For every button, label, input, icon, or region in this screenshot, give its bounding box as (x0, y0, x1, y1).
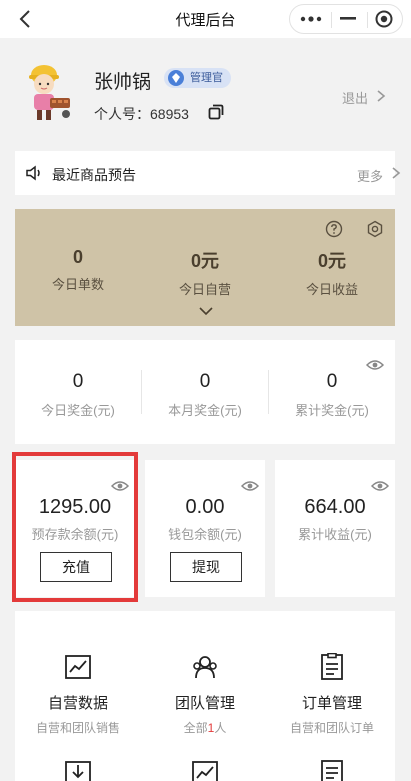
order-list-icon (321, 653, 343, 680)
menu-item-title: 团队管理 (174, 695, 235, 712)
user-id: 个人号：68953 (94, 104, 189, 124)
stat-label: 今日单数 (51, 277, 104, 292)
more-button[interactable] (292, 5, 330, 33)
bonus-card: 0 今日奖金(元) 0 本月奖金(元) 0 累计奖金(元) (15, 340, 395, 444)
eye-icon[interactable] (241, 479, 259, 493)
user-id-value: 68953 (150, 106, 189, 122)
role-label: 管理官 (190, 72, 223, 84)
eye-icon[interactable] (371, 479, 389, 493)
bonus-label: 本月奖金(元) (168, 403, 242, 418)
wallet-balance-value: 0.00 (185, 496, 225, 518)
chevron-right-icon (377, 90, 386, 102)
withdraw-button[interactable]: 提现 (170, 552, 242, 582)
menu-item-subtitle: 全部1人 (142, 719, 268, 736)
bonus-value: 0 (72, 371, 84, 392)
profile-section: 张帅锅 管理官 个人号：68953 退出 (0, 38, 411, 138)
total-income-value: 664.00 (304, 496, 366, 518)
stat-value: 0 (72, 247, 83, 267)
team-count-suffix: 人 (214, 721, 227, 735)
settings-icon[interactable] (366, 220, 384, 238)
stat-today-self-sales: 0元 今日自营 (142, 247, 268, 298)
bonus-value: 0 (326, 371, 338, 392)
team-icon (193, 656, 217, 679)
trend-chart-icon[interactable] (191, 759, 219, 781)
today-stats-card: 0 今日单数 0元 今日自营 0元 今日收益 (15, 209, 395, 326)
stat-today-income: 0元 今日收益 (269, 247, 395, 298)
chevron-right-icon (392, 167, 401, 179)
highlight-box (12, 452, 138, 602)
minimize-icon (340, 17, 356, 20)
menu-item-subtitle: 自营和团队销售 (35, 721, 120, 735)
avatar[interactable] (20, 62, 76, 126)
bonus-month: 0 本月奖金(元) (142, 371, 268, 419)
more-dots-icon (300, 16, 322, 22)
bonus-label: 今日奖金(元) (41, 403, 115, 418)
role-badge: 管理官 (164, 68, 231, 88)
chevron-down-icon[interactable] (198, 305, 214, 317)
more-link[interactable]: 更多 (357, 166, 383, 185)
stat-value: 0元 (190, 251, 219, 271)
wallet-balance-card: 0.00 钱包余额(元) 提现 (145, 460, 265, 597)
help-icon[interactable] (325, 220, 343, 238)
logout-button[interactable]: 退出 (342, 88, 368, 107)
stat-label: 今日收益 (305, 282, 358, 297)
download-icon[interactable] (64, 759, 92, 781)
stat-value: 0元 (317, 251, 346, 271)
minimize-button[interactable] (329, 5, 367, 33)
close-button[interactable] (365, 5, 403, 33)
document-icon[interactable] (318, 759, 346, 781)
capsule-menu (289, 4, 403, 34)
bonus-total: 0 累计奖金(元) (269, 371, 395, 419)
menu-item-order-management[interactable]: 订单管理 自营和团队订单 (269, 653, 395, 736)
wallet-balance-label: 钱包余额(元) (168, 527, 242, 542)
close-circle-icon (375, 10, 393, 28)
product-notice-bar[interactable]: 最近商品预告 更多 (15, 151, 401, 195)
trend-chart-icon (65, 655, 91, 679)
user-id-label: 个人号： (94, 106, 150, 122)
stat-label: 今日自营 (178, 282, 231, 297)
stat-today-orders: 0 今日单数 (15, 247, 141, 293)
eye-icon[interactable] (366, 358, 384, 372)
bonus-value: 0 (199, 371, 211, 392)
menu-item-title: 订单管理 (301, 695, 362, 712)
user-name: 张帅锅 (94, 72, 152, 93)
feature-menu: 自营数据 自营和团队销售 团队管理 全部1人 订单管理 自营和团队订单 (15, 611, 395, 781)
notice-text: 最近商品预告 (52, 167, 136, 183)
diamond-icon (168, 70, 184, 86)
copy-icon[interactable] (208, 104, 224, 120)
menu-item-team-management[interactable]: 团队管理 全部1人 (142, 653, 268, 736)
bonus-today: 0 今日奖金(元) (15, 371, 141, 419)
total-income-card: 664.00 累计收益(元) (275, 460, 395, 597)
menu-item-title: 自营数据 (47, 695, 108, 712)
nav-bar: 代理后台 (0, 0, 411, 38)
bonus-label: 累计奖金(元) (295, 403, 369, 418)
team-count-prefix: 全部 (183, 721, 208, 735)
menu-item-self-data[interactable]: 自营数据 自营和团队销售 (15, 653, 141, 736)
total-income-label: 累计收益(元) (298, 527, 372, 542)
menu-item-subtitle: 自营和团队订单 (289, 721, 374, 735)
speaker-icon (26, 165, 40, 181)
